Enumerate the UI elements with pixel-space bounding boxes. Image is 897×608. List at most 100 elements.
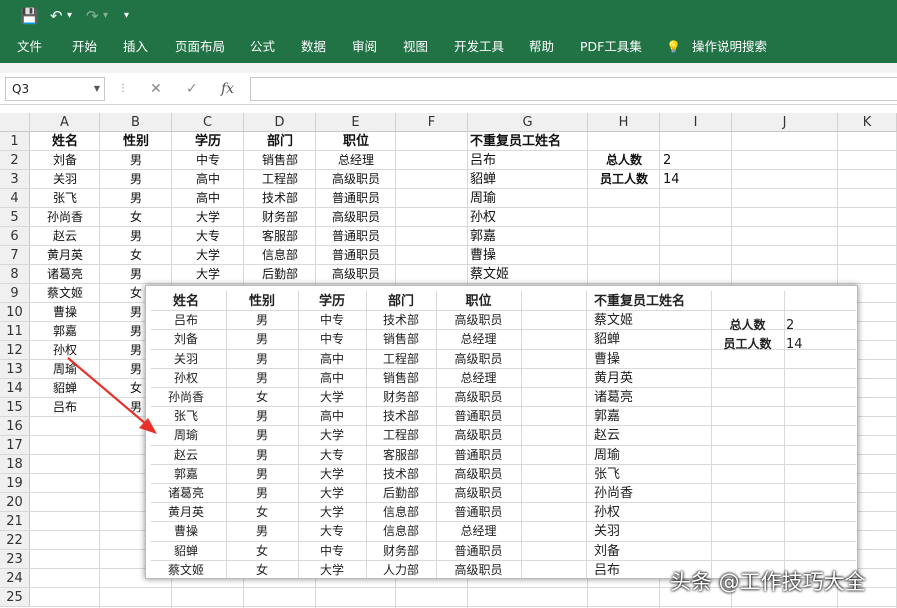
data-cell[interactable]: 女 [100,246,172,265]
tab-help[interactable]: 帮助 [529,33,554,63]
header-cell[interactable]: 学历 [172,132,244,151]
row-header[interactable]: 22 [0,531,30,550]
data-cell[interactable]: 蔡文姬 [30,284,100,303]
data-cell[interactable]: 黄月英 [30,246,100,265]
data-cell[interactable]: 周瑜 [30,360,100,379]
data-cell[interactable]: 刘备 [30,151,100,170]
unique-name-cell[interactable]: 吕布 [470,151,590,170]
tell-me-search[interactable]: 操作说明搜索 [692,33,767,63]
tab-developer[interactable]: 开发工具 [454,33,504,63]
data-cell[interactable]: 中专 [172,151,244,170]
row-header[interactable]: 3 [0,170,30,189]
data-cell[interactable]: 普通职员 [316,227,396,246]
column-header[interactable]: G [468,113,588,132]
data-cell[interactable]: 诸葛亮 [30,265,100,284]
customize-toolbar-icon[interactable]: ▾ [124,6,129,26]
column-header[interactable]: E [316,113,396,132]
row-header[interactable]: 13 [0,360,30,379]
row-header[interactable]: 24 [0,569,30,588]
tab-formulas[interactable]: 公式 [250,33,275,63]
data-cell[interactable]: 孙尚香 [30,208,100,227]
column-header[interactable]: B [100,113,172,132]
save-icon[interactable]: 💾 [20,6,39,26]
row-header[interactable]: 23 [0,550,30,569]
unique-name-cell[interactable]: 郭嘉 [470,227,590,246]
column-header[interactable]: H [588,113,660,132]
row-header[interactable]: 1 [0,132,30,151]
stat-value[interactable]: 2 [663,151,735,170]
data-cell[interactable]: 张飞 [30,189,100,208]
redo-icon[interactable]: ↷ [86,6,99,26]
row-header[interactable]: 11 [0,322,30,341]
undo-dropdown-icon[interactable]: ▾ [67,6,72,26]
header-cell[interactable]: 部门 [244,132,316,151]
fx-icon[interactable]: fx [221,79,234,99]
row-header[interactable]: 12 [0,341,30,360]
undo-icon[interactable]: ↶ [50,6,63,26]
row-header[interactable]: 5 [0,208,30,227]
row-header[interactable]: 10 [0,303,30,322]
name-box[interactable]: Q3 ▼ [5,77,105,101]
data-cell[interactable]: 赵云 [30,227,100,246]
tab-insert[interactable]: 插入 [123,33,148,63]
data-cell[interactable]: 信息部 [244,246,316,265]
column-header[interactable]: C [172,113,244,132]
data-cell[interactable]: 高级职员 [316,265,396,284]
data-cell[interactable]: 大专 [172,227,244,246]
tab-file[interactable]: 文件 [17,33,42,63]
cancel-icon[interactable]: ✕ [150,79,162,99]
row-header[interactable]: 20 [0,493,30,512]
data-cell[interactable]: 大学 [172,246,244,265]
row-header[interactable]: 16 [0,417,30,436]
data-cell[interactable]: 貂蝉 [30,379,100,398]
row-header[interactable]: 9 [0,284,30,303]
stat-label[interactable]: 总人数 [588,151,660,170]
data-cell[interactable]: 大学 [172,208,244,227]
unique-name-cell[interactable]: 蔡文姬 [470,265,590,284]
data-cell[interactable]: 高中 [172,189,244,208]
data-cell[interactable]: 普通职员 [316,189,396,208]
data-cell[interactable]: 客服部 [244,227,316,246]
tab-data[interactable]: 数据 [301,33,326,63]
data-cell[interactable]: 高级职员 [316,170,396,189]
row-header[interactable]: 8 [0,265,30,284]
data-cell[interactable]: 总经理 [316,151,396,170]
data-cell[interactable]: 男 [100,227,172,246]
stat-label[interactable]: 员工人数 [588,170,660,189]
row-header[interactable]: 2 [0,151,30,170]
tab-view[interactable]: 视图 [403,33,428,63]
data-cell[interactable]: 后勤部 [244,265,316,284]
stat-value[interactable]: 14 [663,170,735,189]
data-cell[interactable]: 女 [100,208,172,227]
row-header[interactable]: 17 [0,436,30,455]
data-cell[interactable]: 孙权 [30,341,100,360]
data-cell[interactable]: 郭嘉 [30,322,100,341]
column-header[interactable]: J [732,113,838,132]
chevron-down-icon[interactable]: ▼ [94,78,100,100]
data-cell[interactable]: 曹操 [30,303,100,322]
column-header[interactable]: I [660,113,732,132]
data-cell[interactable]: 销售部 [244,151,316,170]
row-header[interactable]: 4 [0,189,30,208]
unique-names-header[interactable]: 不重复员工姓名 [470,132,590,151]
data-cell[interactable]: 高中 [172,170,244,189]
row-header[interactable]: 21 [0,512,30,531]
header-cell[interactable]: 性别 [100,132,172,151]
enter-icon[interactable]: ✓ [186,79,198,99]
formula-input[interactable] [250,77,897,101]
data-cell[interactable]: 技术部 [244,189,316,208]
row-header[interactable]: 14 [0,379,30,398]
row-header[interactable]: 18 [0,455,30,474]
data-cell[interactable]: 吕布 [30,398,100,417]
row-header[interactable]: 19 [0,474,30,493]
header-cell[interactable]: 职位 [316,132,396,151]
data-cell[interactable]: 男 [100,170,172,189]
unique-name-cell[interactable]: 曹操 [470,246,590,265]
row-header[interactable]: 15 [0,398,30,417]
unique-name-cell[interactable]: 孙权 [470,208,590,227]
data-cell[interactable]: 财务部 [244,208,316,227]
unique-name-cell[interactable]: 周瑜 [470,189,590,208]
row-header[interactable]: 7 [0,246,30,265]
tab-pdf-tools[interactable]: PDF工具集 [580,33,642,63]
data-cell[interactable]: 普通职员 [316,246,396,265]
